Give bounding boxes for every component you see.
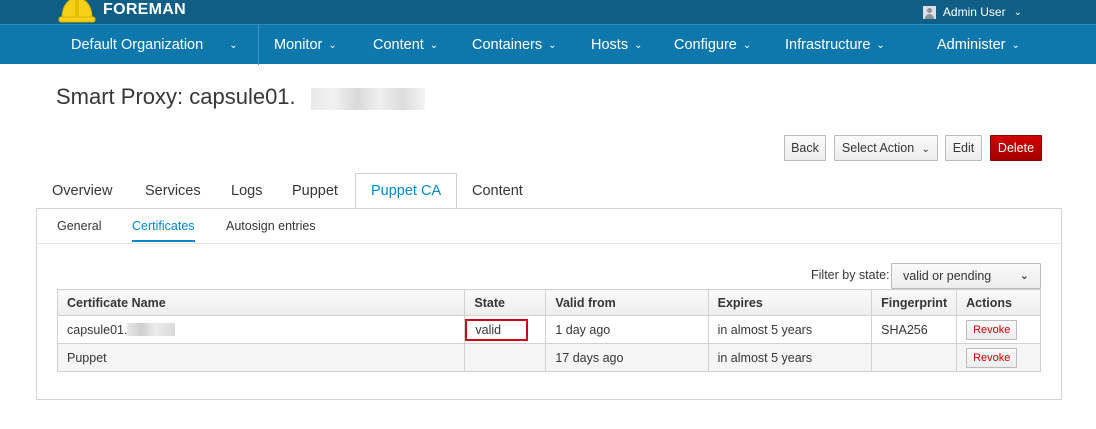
redacted-hostname bbox=[311, 88, 425, 110]
puppet-ca-panel: General Certificates Autosign entries Fi… bbox=[36, 208, 1062, 400]
nav-divider bbox=[258, 25, 259, 65]
column-header-actions: Actions bbox=[956, 289, 1041, 316]
nav-configure[interactable]: Configure ⌄ bbox=[674, 25, 751, 65]
chevron-down-icon: ⌄ bbox=[429, 40, 439, 51]
nav-hosts[interactable]: Hosts ⌄ bbox=[591, 25, 642, 65]
state-badge-highlighted: valid bbox=[465, 318, 529, 341]
main-nav: Default Organization ⌄ Monitor ⌄ Content ⌄… bbox=[0, 24, 1096, 65]
cell-valid-from: 1 day ago bbox=[545, 315, 709, 344]
cell-expires: in almost 5 years bbox=[707, 343, 873, 372]
organization-switcher[interactable]: Default Organization ⌄ bbox=[71, 25, 238, 65]
subtab-general[interactable]: General bbox=[57, 219, 101, 233]
tab-overview[interactable]: Overview bbox=[52, 174, 112, 209]
state-filter-select[interactable]: valid or pending ⌄ bbox=[891, 263, 1041, 289]
cell-expires: in almost 5 years bbox=[707, 315, 873, 344]
cell-certificate-name: Puppet bbox=[56, 343, 466, 372]
filter-value: valid or pending bbox=[903, 269, 992, 283]
column-header-state[interactable]: State bbox=[464, 289, 547, 316]
nav-label: Administer bbox=[937, 37, 1006, 53]
user-avatar-icon bbox=[922, 5, 936, 19]
revoke-button[interactable]: Revoke bbox=[966, 347, 1018, 368]
select-action-label: Select Action bbox=[841, 141, 915, 155]
nav-label: Infrastructure bbox=[785, 37, 871, 53]
tab-content[interactable]: Content bbox=[472, 174, 523, 209]
nav-content[interactable]: Content ⌄ bbox=[373, 25, 438, 65]
chevron-down-icon: ⌄ bbox=[1011, 40, 1020, 51]
nav-label: Containers bbox=[472, 37, 543, 53]
nav-monitor[interactable]: Monitor ⌄ bbox=[274, 25, 337, 65]
table-header-row: Certificate Name State Valid from Expire… bbox=[56, 289, 1041, 316]
select-action-button[interactable]: Select Action ⌄ bbox=[834, 135, 938, 161]
top-bar: FOREMAN Admin User ⌄ bbox=[0, 0, 1096, 24]
organization-label: Default Organization bbox=[71, 37, 204, 53]
chevron-down-icon: ⌄ bbox=[1019, 270, 1029, 282]
chevron-down-icon: ⌄ bbox=[742, 40, 752, 51]
nav-label: Monitor bbox=[274, 37, 323, 53]
cell-actions: Revoke bbox=[956, 315, 1041, 344]
cell-fingerprint bbox=[871, 343, 958, 372]
tab-services[interactable]: Services bbox=[145, 174, 201, 209]
cell-fingerprint: SHA256 bbox=[871, 315, 958, 344]
cell-certificate-name: capsule01. bbox=[56, 315, 466, 344]
chevron-down-icon: ⌄ bbox=[876, 40, 885, 51]
user-name: Admin User bbox=[942, 5, 1006, 19]
brand-name[interactable]: FOREMAN bbox=[103, 1, 186, 19]
nav-administer[interactable]: Administer ⌄ bbox=[937, 25, 1020, 65]
column-header-certificate-name[interactable]: Certificate Name bbox=[56, 289, 466, 316]
table-row: capsule01. valid 1 day ago in almost 5 y… bbox=[56, 315, 1041, 344]
delete-button[interactable]: Delete bbox=[990, 135, 1042, 161]
certificate-name: capsule01. bbox=[67, 322, 128, 337]
nav-label: Hosts bbox=[591, 37, 629, 53]
cell-state: valid bbox=[464, 315, 547, 344]
back-button[interactable]: Back bbox=[784, 135, 826, 161]
chevron-down-icon: ⌄ bbox=[229, 40, 238, 51]
redacted-hostname bbox=[127, 322, 176, 336]
tab-puppet[interactable]: Puppet bbox=[292, 174, 338, 209]
subtab-autosign-entries[interactable]: Autosign entries bbox=[226, 219, 316, 233]
chevron-down-icon: ⌄ bbox=[1013, 6, 1022, 18]
user-menu[interactable]: Admin User ⌄ bbox=[922, 5, 1022, 19]
nav-containers[interactable]: Containers ⌄ bbox=[472, 25, 557, 65]
page-title: Smart Proxy: capsule01. bbox=[56, 84, 296, 109]
chevron-down-icon: ⌄ bbox=[921, 144, 931, 155]
filter-label: Filter by state: bbox=[811, 268, 890, 282]
foreman-helmet-icon[interactable] bbox=[58, 0, 96, 26]
subtab-certificates[interactable]: Certificates bbox=[132, 219, 195, 242]
sub-tabs: General Certificates Autosign entries bbox=[37, 209, 1061, 244]
column-header-valid-from[interactable]: Valid from bbox=[545, 289, 709, 316]
revoke-button[interactable]: Revoke bbox=[966, 319, 1018, 340]
edit-button[interactable]: Edit bbox=[945, 135, 982, 161]
nav-infrastructure[interactable]: Infrastructure ⌄ bbox=[785, 25, 885, 65]
table-row: Puppet 17 days ago in almost 5 years Rev… bbox=[56, 343, 1041, 372]
cell-state bbox=[464, 343, 547, 372]
cell-actions: Revoke bbox=[956, 343, 1041, 372]
column-header-fingerprint[interactable]: Fingerprint bbox=[871, 289, 958, 316]
chevron-down-icon: ⌄ bbox=[328, 40, 337, 51]
tab-puppet-ca[interactable]: Puppet CA bbox=[355, 173, 458, 209]
chevron-down-icon: ⌄ bbox=[548, 40, 557, 51]
chevron-down-icon: ⌄ bbox=[634, 40, 643, 51]
column-header-expires[interactable]: Expires bbox=[707, 289, 873, 316]
cell-valid-from: 17 days ago bbox=[545, 343, 709, 372]
nav-label: Content bbox=[373, 37, 424, 53]
tab-logs[interactable]: Logs bbox=[231, 174, 262, 209]
certificates-table: Certificate Name State Valid from Expire… bbox=[56, 289, 1041, 372]
nav-label: Configure bbox=[674, 37, 737, 53]
